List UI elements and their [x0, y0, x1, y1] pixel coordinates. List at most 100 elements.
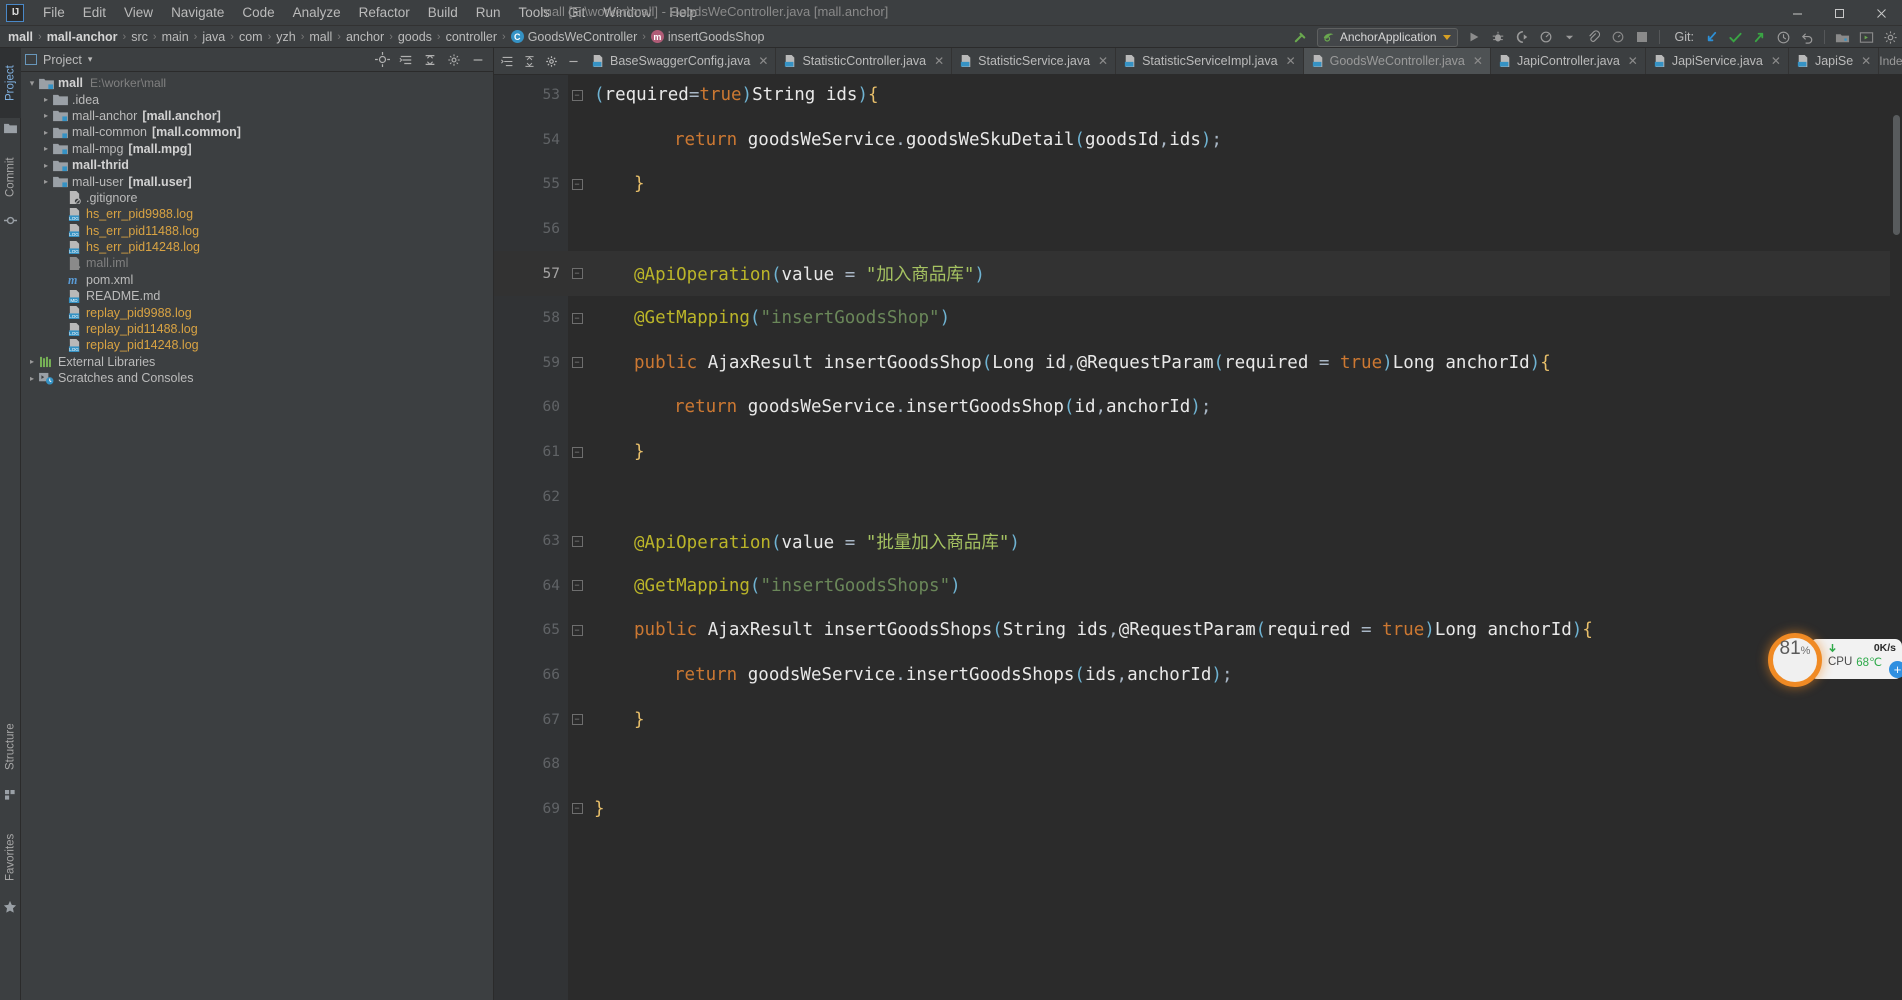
editor-tab-japiservice[interactable]: JapiService.java ✕ — [1646, 48, 1789, 74]
sidebar-tab-commit[interactable]: Commit — [0, 144, 21, 210]
fold-marker-icon[interactable]: − — [571, 803, 583, 815]
tree-node-external-libraries[interactable]: ▸ External Libraries — [21, 354, 493, 370]
tree-node-hs-err-pid11488-log[interactable]: ▸LOGhs_err_pid11488.log — [21, 223, 493, 239]
tree-node-mall-user[interactable]: ▸ mall-user [mall.user] — [21, 173, 493, 189]
locate-icon[interactable] — [371, 50, 393, 70]
build-hammer-icon[interactable] — [1289, 26, 1313, 48]
code-line-59[interactable]: 59− public AjaxResult insertGoodsShop(Lon… — [494, 341, 1902, 386]
close-icon[interactable]: ✕ — [1473, 54, 1483, 68]
expand-all-icon[interactable] — [395, 50, 417, 70]
chevron-right-icon[interactable]: ▸ — [25, 374, 39, 383]
menu-analyze[interactable]: Analyze — [284, 2, 350, 23]
menu-run[interactable]: Run — [467, 2, 510, 23]
tree-node-replay-pid9988-log[interactable]: ▸LOGreplay_pid9988.log — [21, 304, 493, 320]
breadcrumb-mall[interactable]: mall — [8, 30, 33, 44]
update-project-icon[interactable] — [1699, 26, 1723, 48]
menu-navigate[interactable]: Navigate — [162, 2, 233, 23]
menu-code[interactable]: Code — [233, 2, 283, 23]
tree-node-idea[interactable]: ▸ .idea — [21, 91, 493, 107]
editor-tab-statisticserviceimpl[interactable]: StatisticServiceImpl.java ✕ — [1116, 48, 1304, 74]
breadcrumb-com[interactable]: com — [239, 30, 263, 44]
editor-scrollbar[interactable] — [1890, 75, 1902, 1000]
chevron-right-icon[interactable]: ▸ — [39, 144, 53, 153]
menu-view[interactable]: View — [115, 2, 162, 23]
breadcrumb-method[interactable]: m insertGoodsShop — [650, 30, 765, 44]
expand-widget-button[interactable]: + — [1889, 661, 1902, 678]
fold-region-icon[interactable]: − — [571, 268, 583, 280]
code-line-56[interactable]: 56 — [494, 207, 1902, 252]
breadcrumb-anchor[interactable]: anchor — [346, 30, 384, 44]
tree-node-mall-thrid[interactable]: ▸ mall-thrid — [21, 157, 493, 173]
code-line-55[interactable]: 55−} — [494, 162, 1902, 207]
code-line-67[interactable]: 67−} — [494, 697, 1902, 742]
tree-node-gitignore[interactable]: ▸.gitignore — [21, 190, 493, 206]
menu-refactor[interactable]: Refactor — [350, 2, 419, 23]
code-line-66[interactable]: 66 return goodsWeService.insertGoodsShops… — [494, 653, 1902, 698]
attach-icon[interactable] — [1582, 26, 1606, 48]
tree-node-mall-common[interactable]: ▸ mall-common [mall.common] — [21, 124, 493, 140]
code-line-53[interactable]: 53− (required=true)String ids){ — [494, 75, 1902, 118]
code-line-69[interactable]: 69−} — [494, 787, 1902, 832]
minimize-button[interactable] — [1776, 0, 1818, 26]
fold-marker-icon[interactable]: − — [571, 714, 583, 726]
close-icon[interactable]: ✕ — [1771, 54, 1781, 68]
history-icon[interactable] — [1771, 26, 1795, 48]
cpu-usage-ring[interactable]: 81 % — [1768, 633, 1822, 687]
hide-panel-icon[interactable] — [562, 48, 584, 74]
breadcrumb-java[interactable]: java — [202, 30, 225, 44]
code-line-64[interactable]: 64− @GetMapping("insertGoodsShops") — [494, 564, 1902, 609]
editor-tab-statisticcontroller[interactable]: StatisticController.java ✕ — [776, 48, 953, 74]
rollback-icon[interactable] — [1795, 26, 1819, 48]
settings-icon[interactable] — [443, 50, 465, 70]
fold-marker-icon[interactable]: − — [571, 446, 583, 458]
collapse-all-icon[interactable] — [518, 48, 540, 74]
collapse-all-icon[interactable] — [419, 50, 441, 70]
code-line-68[interactable]: 68 — [494, 742, 1902, 787]
editor-tab-baseswaggerconfig[interactable]: BaseSwaggerConfig.java ✕ — [584, 48, 777, 74]
chevron-right-icon[interactable]: ▸ — [39, 177, 53, 186]
tree-node-replay-pid14248-log[interactable]: ▸LOGreplay_pid14248.log — [21, 337, 493, 353]
run-icon[interactable] — [1462, 26, 1486, 48]
menu-file[interactable]: File — [34, 2, 74, 23]
breadcrumb-mall-anchor[interactable]: mall-anchor — [47, 30, 118, 44]
sidebar-tab-structure[interactable]: Structure — [0, 708, 21, 786]
editor-tab-statisticservice[interactable]: StatisticService.java ✕ — [952, 48, 1117, 74]
code-line-58[interactable]: 58− @GetMapping("insertGoodsShop") — [494, 296, 1902, 341]
scrollbar-thumb[interactable] — [1893, 115, 1900, 235]
system-monitor-widget[interactable]: 0K/s CPU 68℃ + 81 % — [1768, 625, 1902, 687]
code-line-54[interactable]: 54 return goodsWeService.goodsWeSkuDetail… — [494, 118, 1902, 163]
profiler-icon[interactable] — [1534, 26, 1558, 48]
menu-edit[interactable]: Edit — [74, 2, 115, 23]
close-icon[interactable]: ✕ — [758, 54, 768, 68]
run-configuration-selector[interactable]: AnchorApplication — [1316, 27, 1458, 47]
code-line-60[interactable]: 60 return goodsWeService.insertGoodsShop(… — [494, 385, 1902, 430]
project-tree[interactable]: ▾ mall E:\worker\mall ▸ .idea ▸ mall-anchor [ma… — [21, 72, 493, 386]
chevron-down-icon[interactable]: ▾ — [88, 54, 93, 65]
tree-node-hs-err-pid14248-log[interactable]: ▸LOGhs_err_pid14248.log — [21, 239, 493, 255]
editor-tab-japicontroller[interactable]: JapiController.java ✕ — [1491, 48, 1646, 74]
tree-node-mall[interactable]: ▾ mall E:\worker\mall — [21, 75, 493, 91]
menu-build[interactable]: Build — [419, 2, 467, 23]
tree-node-readme-md[interactable]: ▸MDREADME.md — [21, 288, 493, 304]
hide-panel-icon[interactable] — [467, 50, 489, 70]
breadcrumb-goods[interactable]: goods — [398, 30, 432, 44]
tree-node-mall-anchor[interactable]: ▸ mall-anchor [mall.anchor] — [21, 108, 493, 124]
push-icon[interactable] — [1747, 26, 1771, 48]
close-icon[interactable]: ✕ — [1286, 54, 1296, 68]
code-editor[interactable]: 53− (required=true)String ids){54 return g… — [494, 75, 1902, 1000]
chevron-down-icon[interactable]: ▾ — [25, 78, 39, 89]
fold-marker-icon[interactable]: − — [571, 357, 583, 369]
stop-icon[interactable] — [1630, 26, 1654, 48]
tree-node-hs-err-pid9988-log[interactable]: ▸LOGhs_err_pid9988.log — [21, 206, 493, 222]
expand-all-icon[interactable] — [496, 48, 518, 74]
code-line-63[interactable]: 63− @ApiOperation(value = "批量加入商品库") — [494, 519, 1902, 564]
search-everywhere-icon[interactable] — [1854, 26, 1878, 48]
chevron-down-icon[interactable] — [1558, 26, 1582, 48]
breadcrumb-yzh[interactable]: yzh — [276, 30, 295, 44]
chevron-right-icon[interactable]: ▸ — [25, 357, 39, 366]
tree-node-mall-mpg[interactable]: ▸ mall-mpg [mall.mpg] — [21, 141, 493, 157]
monitor-pill[interactable]: 0K/s CPU 68℃ + — [1810, 639, 1902, 679]
chevron-right-icon[interactable]: ▸ — [39, 161, 53, 170]
code-line-62[interactable]: 62 — [494, 474, 1902, 519]
fold-marker-icon[interactable]: − — [571, 89, 583, 101]
